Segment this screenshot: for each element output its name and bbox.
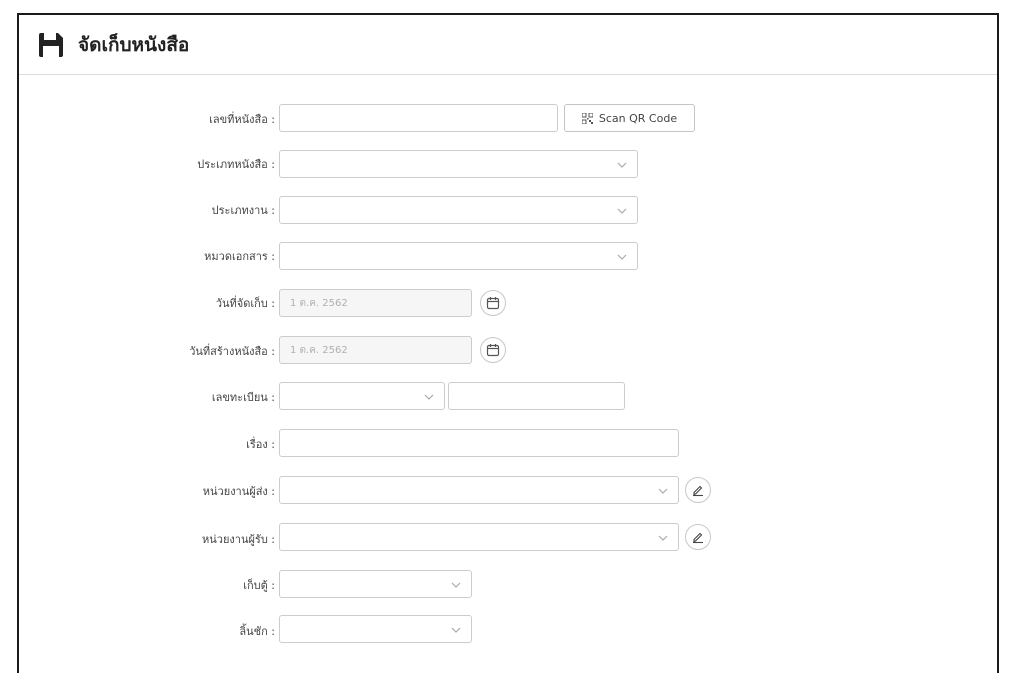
doc-category-label: หมวดเอกสาร : <box>204 250 275 263</box>
chevron-down-icon <box>617 254 627 260</box>
store-date-input[interactable]: 1 ต.ค. 2562 <box>279 289 472 317</box>
page-title: จัดเก็บหนังสือ <box>78 33 190 56</box>
sender-unit-edit-button[interactable] <box>685 477 711 503</box>
doc-category-select[interactable] <box>279 242 638 270</box>
receiver-unit-select[interactable] <box>279 523 679 551</box>
created-date-calendar-button[interactable] <box>480 337 506 363</box>
chevron-down-icon <box>658 488 668 494</box>
chevron-down-icon <box>451 582 461 588</box>
chevron-down-icon <box>424 394 434 400</box>
subject-label: เรื่อง : <box>246 438 275 451</box>
pencil-icon <box>693 532 703 544</box>
store-date-calendar-button[interactable] <box>480 290 506 316</box>
created-date-input[interactable]: 1 ต.ค. 2562 <box>279 336 472 364</box>
registry-number-label: เลขทะเบียน : <box>211 391 275 404</box>
subject-input[interactable] <box>279 429 679 457</box>
registry-prefix-select[interactable] <box>279 382 445 410</box>
receiver-unit-label: หน่วยงานผู้รับ : <box>202 533 275 546</box>
chevron-down-icon <box>617 208 627 214</box>
pencil-icon <box>693 485 703 497</box>
book-type-select[interactable] <box>279 150 638 178</box>
panel-header: จัดเก็บหนังสือ <box>19 15 997 75</box>
book-type-label: ประเภทหนังสือ : <box>197 158 275 171</box>
drawer-label: ลิ้นชัก : <box>239 625 275 638</box>
calendar-icon <box>486 344 500 357</box>
book-number-label: เลขที่หนังสือ : <box>209 113 275 126</box>
store-date-label: วันที่จัดเก็บ : <box>215 297 275 310</box>
work-type-label: ประเภทงาน : <box>211 204 275 217</box>
registry-number-input[interactable] <box>448 382 625 410</box>
sender-unit-select[interactable] <box>279 476 679 504</box>
chevron-down-icon <box>451 627 461 633</box>
cabinet-label: เก็บตู้ : <box>243 579 275 592</box>
cabinet-select[interactable] <box>279 570 472 598</box>
created-date-label: วันที่สร้างหนังสือ : <box>189 345 275 358</box>
calendar-icon <box>486 297 500 310</box>
chevron-down-icon <box>617 162 627 168</box>
floppy-disk-icon <box>39 32 63 57</box>
created-date-value: 1 ต.ค. 2562 <box>290 344 348 356</box>
work-type-select[interactable] <box>279 196 638 224</box>
store-date-value: 1 ต.ค. 2562 <box>290 297 348 309</box>
scan-qr-button[interactable]: Scan QR Code <box>564 104 695 132</box>
book-number-input[interactable] <box>279 104 558 132</box>
chevron-down-icon <box>658 535 668 541</box>
qr-code-icon <box>581 112 593 124</box>
drawer-select[interactable] <box>279 615 472 643</box>
scan-qr-label: Scan QR Code <box>598 111 678 125</box>
receiver-unit-edit-button[interactable] <box>685 524 711 550</box>
sender-unit-label: หน่วยงานผู้ส่ง : <box>202 485 275 498</box>
